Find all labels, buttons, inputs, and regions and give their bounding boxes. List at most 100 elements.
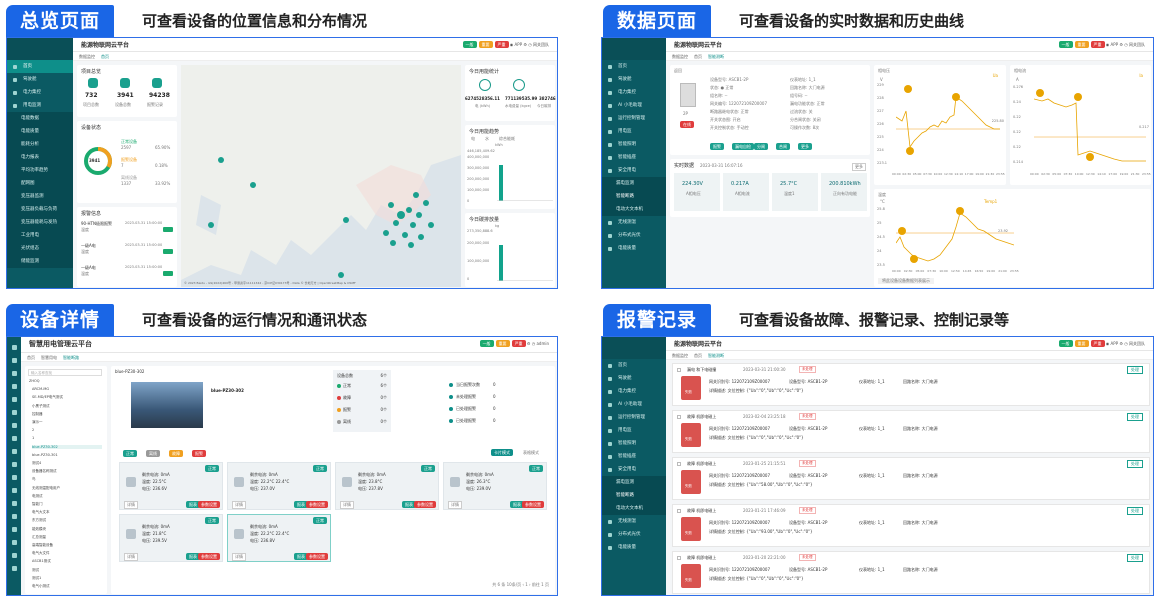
card-mode-button[interactable]: 卡片模式 (491, 449, 513, 456)
tree-item[interactable]: 演示一 (32, 420, 43, 425)
tab-home[interactable]: 首页 (694, 353, 702, 358)
tree-item[interactable]: 测试 (32, 568, 39, 573)
sidebar-item[interactable]: AI 小毛助理 (602, 398, 666, 411)
trend-tab-total[interactable]: 综合能耗 (499, 136, 515, 142)
sidebar-item[interactable]: 驾驶舱 (7, 73, 73, 86)
tab-data[interactable]: 数据监控 (79, 54, 95, 59)
app-link[interactable]: APP (515, 42, 523, 47)
alarm-record[interactable]: 故障 机即电磁上2023-01-20 22:21:00未处理处理失败网关识别号:… (672, 551, 1150, 594)
device-card[interactable]: 正常剩余电流: 0mA温度: 26.3°C电压: 239.0V详情报表参数设置 (443, 462, 547, 510)
chip-severe[interactable]: 严重 (1091, 340, 1105, 347)
filter-button[interactable]: 故障 (169, 450, 183, 457)
chip-important[interactable]: 重要 (1075, 41, 1089, 48)
chip-severe[interactable]: 严重 (512, 340, 526, 347)
sidebar-item[interactable]: 电力集控 (602, 86, 666, 99)
sidebar-item[interactable]: 安全用电 (602, 164, 666, 177)
alarm-handle-button[interactable] (163, 227, 173, 232)
sidebar-item[interactable]: 工业用电 (7, 229, 73, 242)
tree-item[interactable]: 1 (32, 436, 34, 440)
device-card[interactable]: 正常剩余电流: 0mA温度: 22.2°C 22.4°C电压: 236.8V详情… (227, 514, 331, 562)
tree-item[interactable]: 电气大文件 (32, 551, 50, 556)
user-name[interactable]: 网关团队 (1129, 341, 1145, 346)
alarm-checkbox[interactable] (677, 368, 681, 372)
alarm-handle-button[interactable]: 处理 (1127, 554, 1143, 562)
tab-breaker[interactable]: 智能断路 (63, 355, 79, 360)
sidebar-item[interactable]: 变压器能耗与发热 (7, 216, 73, 229)
sidebar-item[interactable]: 运行控制管理 (602, 112, 666, 125)
chip-normal[interactable]: 一般 (1059, 340, 1073, 347)
sidebar-item[interactable]: 无线测温 (602, 216, 666, 229)
tree-item[interactable]: ZHOQ (29, 379, 40, 383)
chip-normal[interactable]: 一般 (1059, 41, 1073, 48)
list-mode-button[interactable]: 表格模式 (523, 450, 539, 456)
card-settings-button[interactable]: 参数设置 (306, 553, 328, 560)
alarm-handle-button[interactable]: 处理 (1127, 460, 1143, 468)
sidebar-item[interactable]: 分布式光伏 (602, 229, 666, 242)
filter-button[interactable]: 离线 (146, 450, 160, 457)
alarm-record[interactable]: 漏电 和下电碰撞2023-03-31 21:00:30未处理处理失败网关识别号:… (672, 363, 1150, 406)
tree-search-input[interactable]: 输入名称查找 (28, 369, 102, 376)
alarm-record[interactable]: 故障 机即电磁上2023-01-25 21:15:51未处理处理失败网关识别号:… (672, 457, 1150, 500)
card-detail-button[interactable]: 详情 (232, 501, 246, 509)
action-button[interactable]: 报警 (710, 143, 724, 150)
tab-breaker[interactable]: 智能测断 (708, 353, 724, 358)
tab-home[interactable]: 首页 (101, 54, 109, 59)
sidebar-item[interactable]: 智能照明 (602, 437, 666, 450)
tree-item[interactable]: 无线测温配电用户 (32, 486, 60, 491)
tree-item[interactable]: 东方测试 (32, 518, 46, 523)
app-link[interactable]: APP (1111, 341, 1119, 346)
device-card[interactable]: 正常剩余电流: 0mA温度: 22.2°C 22.4°C电压: 237.0V详情… (227, 462, 331, 510)
card-settings-button[interactable]: 参数设置 (198, 501, 220, 508)
tree-item[interactable]: 能效模块 (32, 527, 46, 532)
user-name[interactable]: admin (536, 341, 549, 346)
sidebar-item[interactable]: 光伏组态 (7, 242, 73, 255)
tree-item[interactable]: 高端智能设备 (32, 543, 53, 548)
chip-important[interactable]: 重要 (496, 340, 510, 347)
sidebar-item[interactable]: 电能质量 (602, 242, 666, 255)
sidebar-item[interactable]: 智能照明 (602, 138, 666, 151)
action-button[interactable]: 漏电自检 (732, 143, 754, 150)
tree-item[interactable]: blue-PZ30-301 (32, 453, 58, 457)
chip-normal[interactable]: 一般 (463, 41, 477, 48)
sidebar-icon[interactable] (12, 410, 17, 415)
chip-normal[interactable]: 一般 (480, 340, 494, 347)
tree-item[interactable]: 小黑子测试 (32, 404, 50, 409)
card-detail-button[interactable]: 详情 (448, 501, 462, 509)
back-link[interactable]: 返回 (674, 68, 682, 74)
action-button[interactable]: 分闸 (754, 143, 768, 150)
trend-tab-power[interactable]: 电 (471, 136, 475, 142)
chip-important[interactable]: 重要 (1075, 340, 1089, 347)
sidebar-item[interactable]: 能耗分析 (7, 138, 73, 151)
tree-item[interactable]: ASCB1测试 (32, 559, 51, 564)
tree-item[interactable]: 2 (32, 428, 34, 432)
alarm-checkbox[interactable] (677, 556, 681, 560)
sidebar-icon[interactable] (12, 384, 17, 389)
alarm-handle-button[interactable] (163, 271, 173, 276)
sidebar-item[interactable]: 驾驶舱 (602, 372, 666, 385)
sidebar-icon[interactable] (12, 514, 17, 519)
sidebar-icon[interactable] (12, 345, 17, 350)
sidebar-item[interactable]: 电力集控 (602, 385, 666, 398)
sidebar-item[interactable]: 智能断路 (602, 190, 666, 203)
sidebar-icon[interactable] (12, 436, 17, 441)
sidebar-item[interactable]: 安全用电 (602, 463, 666, 476)
tab-breaker[interactable]: 智能测断 (708, 54, 724, 59)
sidebar-icon[interactable] (12, 475, 17, 480)
tree-item[interactable]: 测试4 (32, 461, 41, 466)
tree-item[interactable]: 电气小测试 (32, 584, 50, 589)
sidebar-item[interactable]: 分布式光伏 (602, 528, 666, 541)
sidebar-item[interactable]: AI 小毛助理 (602, 99, 666, 112)
sidebar-item[interactable]: 配网图 (7, 177, 73, 190)
card-detail-button[interactable]: 详情 (232, 553, 246, 561)
card-settings-button[interactable]: 参数设置 (198, 553, 220, 560)
alarm-checkbox[interactable] (677, 509, 681, 513)
sidebar-icon[interactable] (12, 397, 17, 402)
card-detail-button[interactable]: 详情 (124, 501, 138, 509)
alarm-record[interactable]: 故障 机即电磁上2023-02-04 23:25:18未处理处理失败网关识别号:… (672, 410, 1150, 453)
sidebar-icon[interactable] (12, 527, 17, 532)
sidebar-icon[interactable] (12, 540, 17, 545)
sidebar-item[interactable]: 电力集控 (7, 86, 73, 99)
tree-item[interactable]: 鸟 (32, 477, 36, 482)
sidebar-item[interactable]: 变压器监测 (7, 190, 73, 203)
device-data-list-link[interactable]: 将此设备设备数据列表展示 (878, 278, 934, 284)
